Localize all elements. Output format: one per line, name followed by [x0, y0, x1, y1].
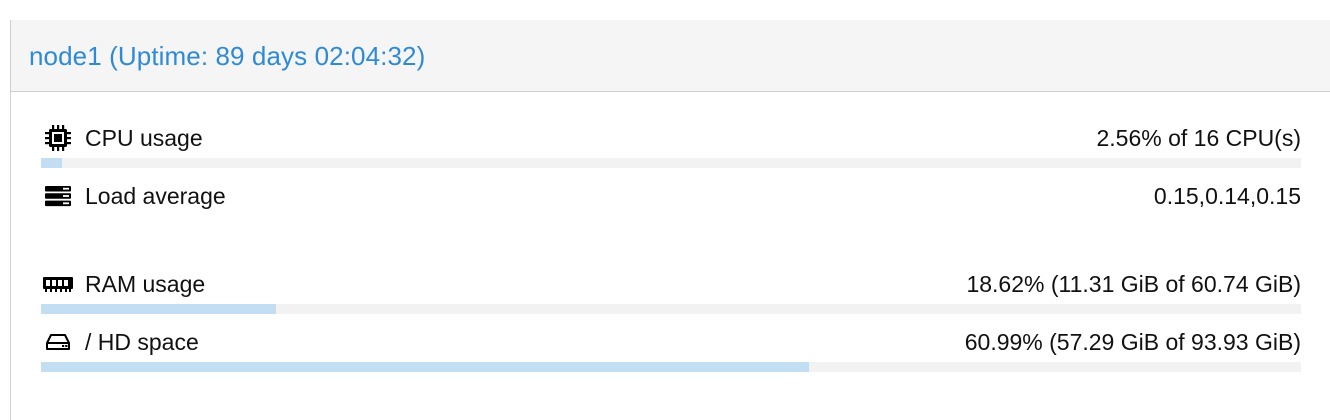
- load-average-row: Load average 0.15,0.14,0.15: [41, 180, 1301, 212]
- cpu-usage-bar: [41, 158, 1301, 168]
- cpu-usage-label-group: CPU usage: [41, 124, 203, 152]
- ram-usage-label-group: RAM usage: [41, 270, 205, 298]
- hd-space-bar-fill: [41, 362, 810, 372]
- ram-usage-bar: [41, 304, 1301, 314]
- hd-space-label: / HD space: [85, 328, 199, 355]
- hd-space-bar: [41, 362, 1301, 372]
- load-average-label-group: Load average: [41, 182, 226, 210]
- ram-usage-label: RAM usage: [85, 270, 206, 297]
- cpu-chip-icon: [41, 124, 75, 152]
- ram-usage-value: 18.62% (11.31 GiB of 60.74 GiB): [966, 270, 1301, 297]
- load-average-value: 0.15,0.14,0.15: [1153, 182, 1301, 209]
- hd-space-row: / HD space 60.99% (57.29 GiB of 93.93 Gi…: [41, 326, 1301, 372]
- node-status-panel: node1 (Uptime: 89 days 02:04:32) CPU usa…: [10, 20, 1330, 420]
- cpu-usage-bar-fill: [41, 158, 63, 168]
- panel-header: node1 (Uptime: 89 days 02:04:32): [11, 20, 1330, 92]
- hd-space-value: 60.99% (57.29 GiB of 93.93 GiB): [964, 328, 1301, 355]
- ram-usage-row: RAM usage 18.62% (11.31 GiB of 60.74 GiB…: [41, 268, 1301, 314]
- ram-usage-bar-fill: [41, 304, 276, 314]
- load-average-label: Load average: [85, 182, 226, 209]
- memory-module-icon: [41, 270, 75, 298]
- hd-space-label-group: / HD space: [41, 328, 199, 356]
- node-title: node1 (Uptime: 89 days 02:04:32): [29, 40, 426, 71]
- cpu-usage-value: 2.56% of 16 CPU(s): [1096, 124, 1301, 151]
- server-stack-icon: [41, 182, 75, 210]
- cpu-usage-label: CPU usage: [85, 124, 203, 151]
- cpu-usage-row: CPU usage 2.56% of 16 CPU(s): [41, 122, 1301, 168]
- hard-drive-icon: [41, 328, 75, 356]
